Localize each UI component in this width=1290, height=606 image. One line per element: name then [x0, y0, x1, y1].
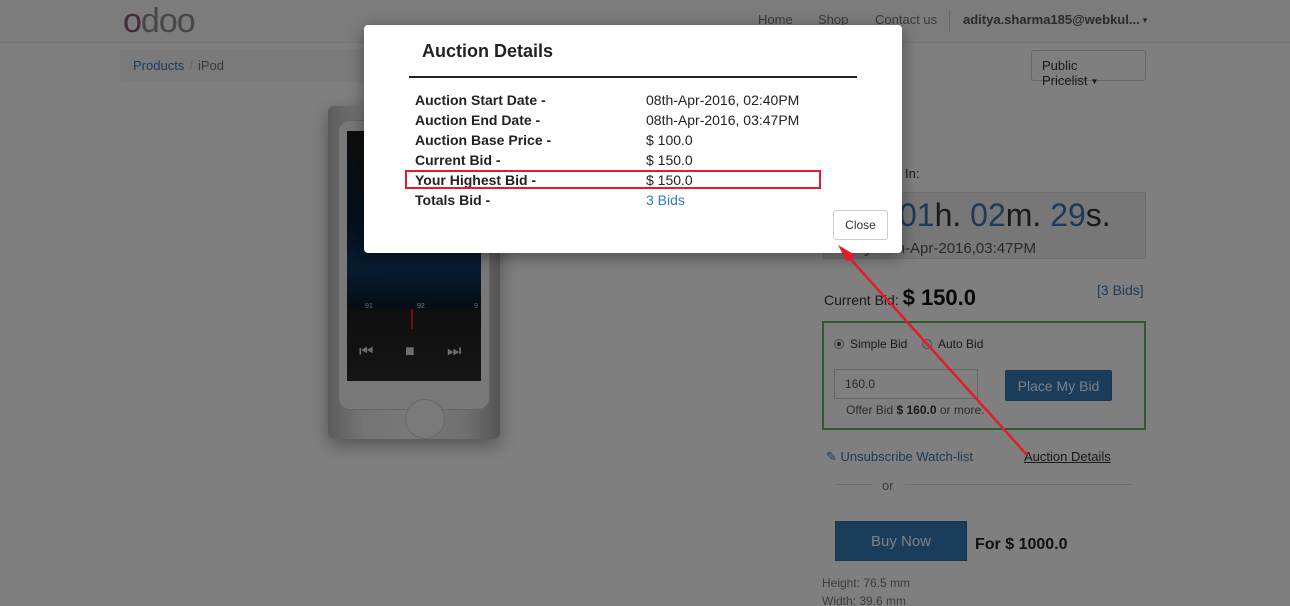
- base-price-value: $ 100.0: [646, 132, 693, 148]
- start-date-label: Auction Start Date -: [415, 92, 546, 108]
- modal-divider: [409, 76, 857, 78]
- end-date-value: 08th-Apr-2016, 03:47PM: [646, 112, 800, 128]
- total-bids-label: Totals Bid -: [415, 192, 491, 208]
- end-date-label: Auction End Date -: [415, 112, 541, 128]
- product-page: odoo Home Shop Contact us aditya.sharma1…: [0, 0, 1290, 606]
- highlight-annotation: [405, 170, 821, 189]
- modal-title: Auction Details: [422, 41, 554, 61]
- auction-details-modal: Auction Details Auction Start Date - 08t…: [364, 25, 902, 253]
- start-date-value: 08th-Apr-2016, 02:40PM: [646, 92, 800, 108]
- total-bids-link[interactable]: 3 Bids: [646, 192, 685, 208]
- current-bid-row-value: $ 150.0: [646, 152, 693, 168]
- current-bid-row-label: Current Bid -: [415, 152, 501, 168]
- base-price-label: Auction Base Price -: [415, 132, 552, 148]
- close-button[interactable]: Close: [833, 210, 888, 240]
